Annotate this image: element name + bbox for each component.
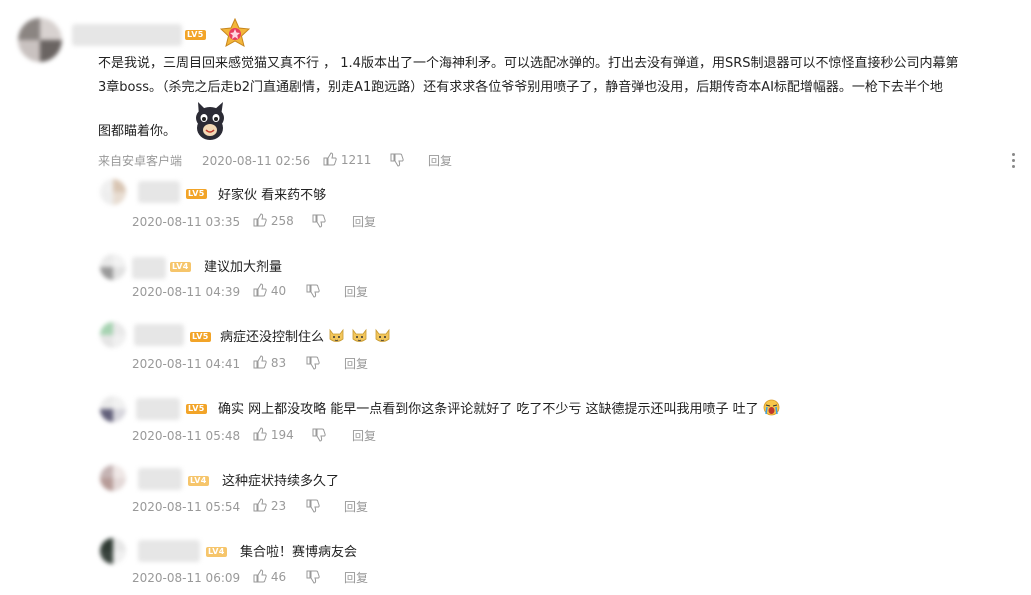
timestamp: 2020-08-11 05:48: [132, 429, 241, 443]
like-button[interactable]: 23: [253, 498, 286, 514]
more-vertical-icon[interactable]: [1011, 153, 1017, 169]
thumbs-up-icon: [253, 355, 267, 369]
timestamp: 2020-08-11 04:41: [132, 357, 241, 371]
reply-button[interactable]: 回复: [344, 570, 368, 586]
comment-meta: 来自安卓客户端: [98, 153, 182, 169]
like-count: 83: [270, 356, 287, 370]
username[interactable]: [138, 540, 200, 562]
reply-text: 病症还没控制住么: [220, 326, 393, 345]
level-badge: LV5: [186, 189, 207, 199]
like-count: 40: [270, 284, 287, 298]
avatar[interactable]: [100, 538, 126, 564]
thumbs-down-icon: [306, 570, 320, 584]
like-button[interactable]: 194: [253, 427, 294, 443]
thumbs-up-icon: [253, 213, 267, 227]
reply-text: 好家伙 看来药不够: [218, 188, 327, 203]
thumbs-down-icon: [390, 153, 404, 167]
reply-text-content: 病症还没控制住么: [220, 330, 325, 345]
dislike-button[interactable]: [312, 213, 326, 229]
thumbs-down-icon: [306, 499, 320, 513]
dislike-button[interactable]: [306, 569, 320, 585]
timestamp: 2020-08-11 05:54: [132, 500, 241, 514]
level-badge: LV5: [190, 332, 211, 342]
like-button[interactable]: 258: [253, 213, 294, 229]
avatar[interactable]: [100, 465, 126, 491]
like-button[interactable]: 46: [253, 569, 286, 585]
reply-button[interactable]: 回复: [344, 356, 368, 372]
thumbs-up-icon: [253, 283, 267, 297]
level-badge: LV4: [188, 476, 209, 486]
thumbs-up-icon: [253, 569, 267, 583]
reply-text: 集合啦！赛博病友会: [240, 545, 358, 560]
username[interactable]: [134, 324, 184, 346]
avatar[interactable]: [18, 18, 62, 62]
avatar[interactable]: [100, 179, 126, 205]
source-label: 来自安卓客户端: [98, 154, 183, 168]
like-button[interactable]: 83: [253, 355, 286, 371]
username[interactable]: [138, 468, 182, 490]
thumbs-down-icon: [306, 356, 320, 370]
reply-text: 确实 网上都没攻略 能早一点看到你这条评论就好了 吃了不少亏 这缺德提示还叫我用…: [218, 398, 782, 417]
like-button[interactable]: 40: [253, 283, 286, 299]
comment-line: 图都瞄着你。: [98, 124, 177, 139]
username[interactable]: [138, 181, 180, 203]
username[interactable]: [72, 24, 182, 46]
reply-text: 这种症状持续多久了: [222, 474, 340, 489]
like-count: 194: [270, 428, 294, 442]
timestamp: 2020-08-11 06:09: [132, 571, 241, 585]
username[interactable]: [132, 257, 166, 279]
crying-emoji-icon: [763, 399, 780, 416]
username[interactable]: [136, 398, 180, 420]
like-button[interactable]: 1211: [323, 152, 371, 168]
like-count: 46: [270, 570, 287, 584]
thumbs-down-icon: [312, 214, 326, 228]
like-count: 1211: [340, 153, 372, 167]
avatar[interactable]: [100, 322, 126, 348]
reply-button[interactable]: 回复: [344, 284, 368, 300]
avatar[interactable]: [100, 254, 126, 280]
star-medal-icon[interactable]: [220, 18, 250, 48]
dislike-button[interactable]: [306, 283, 320, 299]
dislike-button[interactable]: [306, 498, 320, 514]
dog-emoji-icon: [376, 328, 390, 342]
comment-line: 不是我说，三周目回来感觉猫又真不行 ， 1.4版本出了一个海神利矛。可以选配冰弹…: [98, 56, 959, 71]
dog-emoji-icon: [352, 328, 367, 342]
dislike-button[interactable]: [312, 427, 326, 443]
level-badge: LV4: [170, 262, 191, 272]
level-badge: LV5: [186, 404, 207, 414]
thumbs-up-icon: [323, 152, 337, 166]
timestamp: 2020-08-11 02:56: [202, 154, 311, 168]
cat-sticker-icon: [196, 102, 224, 140]
reply-button[interactable]: 回复: [352, 214, 376, 230]
thumbs-up-icon: [253, 427, 267, 441]
timestamp: 2020-08-11 04:39: [132, 285, 241, 299]
level-badge: LV4: [206, 547, 227, 557]
reply-button[interactable]: 回复: [344, 499, 368, 515]
like-count: 23: [270, 499, 287, 513]
like-count: 258: [270, 214, 294, 228]
thumbs-up-icon: [253, 498, 267, 512]
reply-text-content: 确实 网上都没攻略 能早一点看到你这条评论就好了 吃了不少亏 这缺德提示还叫我用…: [218, 402, 759, 417]
timestamp: 2020-08-11 03:35: [132, 215, 241, 229]
reply-text: 建议加大剂量: [204, 260, 283, 275]
comment-text: 不是我说，三周目回来感觉猫又真不行 ， 1.4版本出了一个海神利矛。可以选配冰弹…: [98, 52, 1016, 144]
avatar[interactable]: [100, 396, 126, 422]
dislike-button[interactable]: [390, 152, 404, 168]
thumbs-down-icon: [312, 428, 326, 442]
reply-button[interactable]: 回复: [428, 153, 452, 169]
dog-emoji-icon: [329, 328, 344, 342]
reply-button[interactable]: 回复: [352, 428, 376, 444]
dislike-button[interactable]: [306, 355, 320, 371]
thumbs-down-icon: [306, 284, 320, 298]
comment-line: 3章boss。（杀完之后走b2门直通剧情，别走A1跑远路）还有求求各位爷爷别用喷…: [98, 80, 943, 95]
level-badge: LV5: [185, 30, 206, 40]
